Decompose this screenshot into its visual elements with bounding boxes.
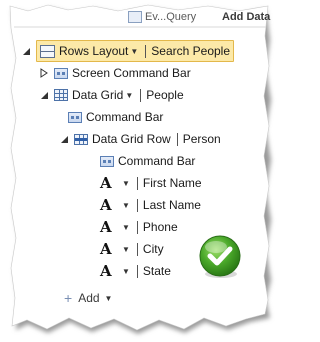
screenshot-scene: Ev...Query Add Data Rows Layout ▼ Search… [0,0,279,342]
node-name-label: Person [182,132,221,146]
command-bar-icon [68,111,82,123]
field-label: First Name [142,176,202,190]
node-name-label: Search People [151,44,231,58]
separator [136,220,138,234]
dropdown-arrow-icon[interactable]: ▼ [130,47,138,56]
text-control-icon: A [100,218,112,236]
rows-layout-icon [40,44,55,58]
dropdown-arrow-icon[interactable]: ▼ [122,223,130,232]
plus-icon: + [64,290,73,306]
node-label: Command Bar [118,154,196,168]
collapse-icon[interactable] [38,89,50,101]
text-control-icon: A [100,174,112,192]
node-label: Screen Command Bar [72,66,191,80]
tree-node-field[interactable]: A ▼ First Name [100,172,202,194]
collapse-icon[interactable] [20,45,32,57]
dropdown-arrow-icon[interactable]: ▼ [122,179,130,188]
separator [145,44,147,58]
node-label: Command Bar [86,110,164,124]
field-label: City [142,242,164,256]
tree-node-field[interactable]: A ▼ State [100,260,171,282]
separator [136,198,138,212]
text-control-icon: A [100,262,112,280]
separator [136,242,138,256]
node-type-label: Rows Layout [59,44,129,58]
dropdown-arrow-icon[interactable]: ▼ [105,294,113,303]
dropdown-arrow-icon[interactable]: ▼ [122,201,130,210]
field-label: State [142,264,171,278]
text-control-icon: A [100,240,112,258]
field-label: Last Name [142,198,201,212]
collapse-icon[interactable] [58,133,70,145]
dropdown-arrow-icon[interactable]: ▼ [125,91,133,100]
tab-ev-query[interactable]: Ev...Query [128,8,196,26]
node-type-label: Data Grid [72,88,124,102]
tab-strip: Ev...Query Add Data [10,6,272,28]
command-bar-icon [100,155,114,167]
tree-node-field[interactable]: A ▼ Last Name [100,194,201,216]
node-type-label: Data Grid Row [92,132,171,146]
tree-node-field[interactable]: A ▼ Phone [100,216,178,238]
add-button[interactable]: + Add ▼ [64,287,117,309]
tree-node-row-command-bar[interactable]: Command Bar [100,150,195,172]
separator [140,88,142,102]
separator [136,264,138,278]
tree-node-command-bar[interactable]: Command Bar [68,106,163,128]
screen-tab-icon [128,11,142,24]
tab-add-data[interactable]: Add Data [222,8,270,26]
node-name-label: People [146,88,184,102]
separator [176,132,178,146]
add-label: Add [78,291,100,305]
text-control-icon: A [100,196,112,214]
field-label: Phone [142,220,178,234]
command-bar-icon [54,67,68,79]
dropdown-arrow-icon[interactable]: ▼ [122,267,130,276]
tree-node-data-grid[interactable]: Data Grid ▼ People [38,84,184,106]
expand-icon[interactable] [38,67,50,79]
data-grid-icon [54,89,68,101]
checkmark-icon [199,235,241,278]
dropdown-arrow-icon[interactable]: ▼ [122,245,130,254]
tree-node-data-grid-row[interactable]: Data Grid Row Person [58,128,221,150]
tree-node-field[interactable]: A ▼ City [100,238,164,260]
data-grid-row-icon [74,133,88,145]
selection-highlight: Rows Layout ▼ Search People [36,40,235,62]
separator [136,176,138,190]
tree-node-screen-command-bar[interactable]: Screen Command Bar [38,62,191,84]
tree-node-rows-layout[interactable]: Rows Layout ▼ Search People [20,40,235,62]
